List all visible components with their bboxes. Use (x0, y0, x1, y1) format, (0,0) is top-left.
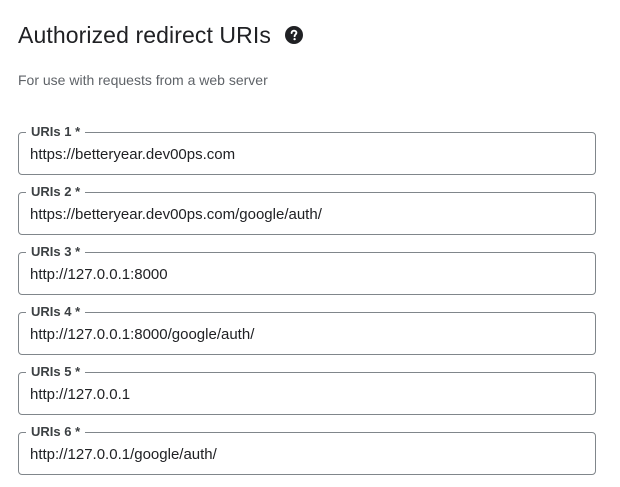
uri-input-3[interactable] (30, 265, 570, 285)
uri-field-1[interactable]: URIs 1 * (18, 124, 596, 175)
uri-field-label: URIs 2 * (26, 184, 86, 200)
section-header: Authorized redirect URIs (18, 19, 303, 51)
uri-input-2[interactable] (30, 205, 570, 225)
uri-input-4[interactable] (30, 325, 570, 345)
uri-field-4[interactable]: URIs 4 * (18, 304, 596, 355)
uri-input-6[interactable] (30, 445, 570, 465)
redirect-uris-section: Authorized redirect URIs For use with re… (0, 0, 620, 487)
uri-field-5[interactable]: URIs 5 * (18, 364, 596, 415)
uri-input-5[interactable] (30, 385, 570, 405)
uri-field-6[interactable]: URIs 6 * (18, 424, 596, 475)
uri-field-label: URIs 6 * (26, 424, 86, 440)
section-subtitle: For use with requests from a web server (18, 72, 268, 88)
uri-field-3[interactable]: URIs 3 * (18, 244, 596, 295)
uri-field-label: URIs 1 * (26, 124, 86, 140)
uri-field-label: URIs 4 * (26, 304, 86, 320)
help-circle-icon[interactable] (284, 26, 303, 44)
uri-field-2[interactable]: URIs 2 * (18, 184, 596, 235)
section-title: Authorized redirect URIs (18, 22, 271, 48)
uri-field-label: URIs 3 * (26, 244, 86, 260)
uri-field-label: URIs 5 * (26, 364, 86, 380)
uri-input-1[interactable] (30, 145, 570, 165)
